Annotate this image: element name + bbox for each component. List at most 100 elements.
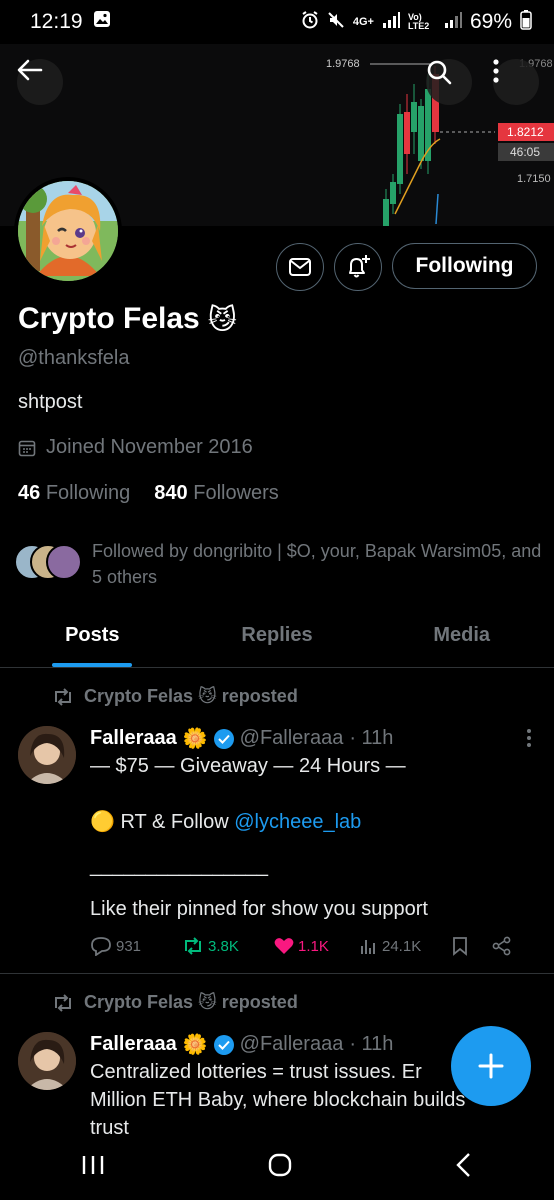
author-avatar-image <box>18 1032 76 1090</box>
repost-icon <box>185 937 201 955</box>
compose-post-button[interactable] <box>451 1026 531 1106</box>
repost-icon <box>55 993 71 1012</box>
author-emoji: 🌼 <box>182 728 208 750</box>
follow-counts: 46 Following 840 Followers <box>18 482 279 505</box>
arrow-left-icon <box>17 59 43 81</box>
profile-name-text: Crypto Felas <box>18 302 200 335</box>
post-text-line: ________________ <box>90 855 268 877</box>
post-author-handle[interactable]: @Falleraaa <box>240 727 344 750</box>
battery-icon <box>520 10 532 34</box>
tab-media[interactable]: Media <box>369 608 554 667</box>
following-button[interactable]: Following <box>392 243 537 289</box>
post-header: Falleraaa 🌼 @Falleraaa · 11h <box>90 726 393 751</box>
tab-replies[interactable]: Replies <box>185 608 370 667</box>
repost-label: Crypto Felas 😼 reposted <box>84 992 298 1012</box>
more-options-button[interactable] <box>493 59 539 105</box>
price-low: 1.7150 <box>517 173 551 185</box>
followers-label: Followers <box>193 482 279 504</box>
repost-count: 3.8K <box>208 937 239 955</box>
nav-back-button[interactable] <box>454 1152 474 1183</box>
price-timer: 46:05 <box>510 145 541 159</box>
following-label: Following <box>45 482 131 504</box>
back-button[interactable] <box>17 59 63 105</box>
like-button[interactable]: 1.1K <box>274 937 360 955</box>
repost-indicator: Crypto Felas 😼 reposted <box>52 686 298 707</box>
verified-badge-icon <box>213 1034 234 1055</box>
search-icon <box>427 60 452 85</box>
message-button[interactable] <box>276 243 324 291</box>
followers-count-link[interactable]: 840 Followers <box>154 482 279 505</box>
heart-filled-icon <box>274 938 294 954</box>
status-time: 12:19 <box>30 10 83 33</box>
followed-by-text: Followed by dongribito | $O, your, Bapak… <box>92 541 542 587</box>
reply-button[interactable]: 931 <box>90 936 182 956</box>
gallery-notification-icon <box>93 10 111 34</box>
home-circle-icon <box>268 1153 292 1176</box>
profile-bio: shtpost <box>18 391 83 413</box>
repost-indicator: Crypto Felas 😼 reposted <box>52 992 298 1013</box>
post-text-line: Centralized lotteries = trust issues. Er <box>90 1061 422 1083</box>
profile-avatar[interactable] <box>14 177 122 285</box>
post-author-name[interactable]: Falleraaa <box>90 1033 177 1056</box>
views-button[interactable]: 24.1K <box>360 937 452 955</box>
search-button[interactable] <box>426 59 472 105</box>
post-time: · 11h <box>349 727 394 749</box>
post-item[interactable]: Crypto Felas 😼 reposted Falleraaa 🌼 @Fal… <box>0 668 554 976</box>
author-emoji: 🌼 <box>182 1034 208 1056</box>
bookmark-icon <box>453 937 467 956</box>
bookmark-button[interactable] <box>452 936 492 956</box>
repost-label: Crypto Felas 😼 reposted <box>84 686 298 706</box>
post-text-line: 🟡 RT & Follow @lycheee_lab <box>90 808 361 836</box>
joined-date: Joined November 2016 <box>18 436 253 459</box>
views-count: 24.1K <box>382 937 422 955</box>
like-count: 1.1K <box>298 937 329 955</box>
share-icon <box>492 936 511 956</box>
post-text-line: Million ETH Baby, where blockchain build… <box>90 1089 466 1111</box>
repost-button[interactable]: 3.8K <box>182 937 274 955</box>
recent-apps-icon <box>83 1155 104 1174</box>
signal-2-icon <box>444 12 462 32</box>
post-author-name[interactable]: Falleraaa <box>90 727 177 750</box>
post-author-avatar[interactable] <box>18 726 76 784</box>
share-button[interactable] <box>492 936 512 956</box>
post-text-line: — $75 — Giveaway — 24 Hours — <box>90 755 406 777</box>
profile-tabs: Posts Replies Media <box>0 608 554 668</box>
bell-plus-icon <box>349 255 370 278</box>
reply-count: 931 <box>116 937 142 955</box>
following-count-link[interactable]: 46 Following <box>18 482 130 505</box>
mute-icon <box>327 11 345 33</box>
followers-count: 840 <box>154 482 188 504</box>
status-bar: 12:19 4G+ Vo) LTE2 69% <box>0 0 554 44</box>
notifications-button[interactable] <box>334 243 382 291</box>
post-text-line: trust <box>90 1117 129 1134</box>
mutual-avatars <box>14 544 82 582</box>
chevron-left-icon <box>455 1152 470 1177</box>
price-current: 1.8212 <box>507 125 544 139</box>
tab-posts[interactable]: Posts <box>0 608 185 667</box>
signal-icon <box>382 12 400 32</box>
envelope-icon <box>289 258 311 276</box>
post-header: Falleraaa 🌼 @Falleraaa · 11h <box>90 1032 393 1057</box>
post-author-handle[interactable]: @Falleraaa <box>240 1033 344 1056</box>
verified-badge-icon <box>213 728 234 749</box>
followed-by[interactable]: Followed by dongribito | $O, your, Bapak… <box>14 538 542 590</box>
home-button[interactable] <box>267 1152 293 1183</box>
lte-label: Vo) LTE2 <box>407 12 430 31</box>
joined-text: Joined November 2016 <box>46 436 253 458</box>
calendar-icon <box>18 440 36 456</box>
post-author-avatar[interactable] <box>18 1032 76 1090</box>
plus-icon <box>478 1053 504 1079</box>
alarm-icon <box>301 11 319 33</box>
price-label-top: 1.9768 <box>326 58 360 70</box>
anime-avatar-image <box>18 181 118 281</box>
views-chart-icon <box>361 940 375 954</box>
post-mention-link[interactable]: @lycheee_lab <box>234 811 361 833</box>
mutual-avatar <box>46 544 82 580</box>
post-text-prefix: 🟡 RT & Follow <box>90 811 235 833</box>
post-more-button[interactable] <box>526 728 532 753</box>
post-time: · 11h <box>349 1033 394 1055</box>
post-text-line: Like their pinned for show you support <box>90 898 428 920</box>
following-count: 46 <box>18 482 41 504</box>
profile-handle: @thanksfela <box>18 347 130 369</box>
recent-apps-button[interactable] <box>80 1154 106 1181</box>
